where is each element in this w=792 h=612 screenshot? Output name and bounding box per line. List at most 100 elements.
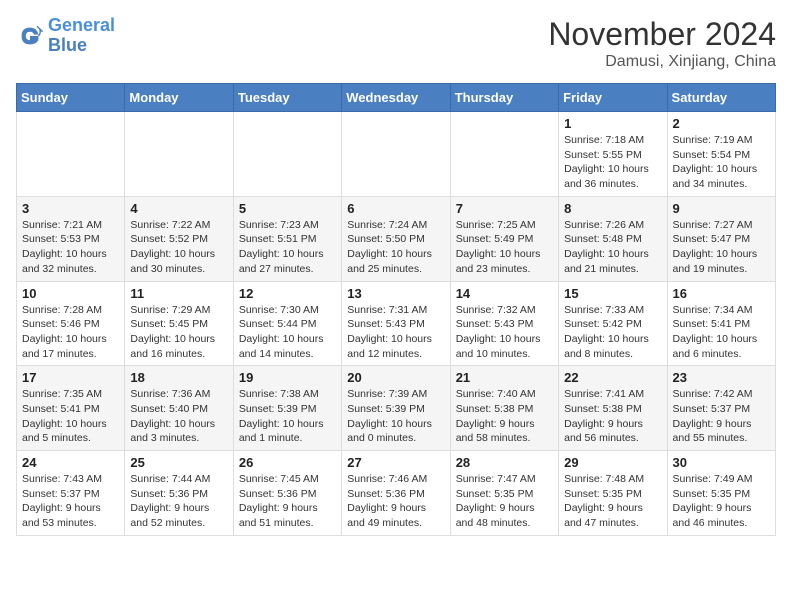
day-info: Sunrise: 7:18 AM Sunset: 5:55 PM Dayligh… bbox=[564, 133, 661, 192]
day-number: 3 bbox=[22, 201, 119, 216]
day-number: 4 bbox=[130, 201, 227, 216]
calendar-cell: 28Sunrise: 7:47 AM Sunset: 5:35 PM Dayli… bbox=[450, 451, 558, 536]
location: Damusi, Xinjiang, China bbox=[548, 53, 776, 71]
day-info: Sunrise: 7:48 AM Sunset: 5:35 PM Dayligh… bbox=[564, 472, 661, 531]
day-number: 7 bbox=[456, 201, 553, 216]
day-number: 18 bbox=[130, 370, 227, 385]
calendar-cell: 22Sunrise: 7:41 AM Sunset: 5:38 PM Dayli… bbox=[559, 366, 667, 451]
day-info: Sunrise: 7:33 AM Sunset: 5:42 PM Dayligh… bbox=[564, 303, 661, 362]
day-info: Sunrise: 7:30 AM Sunset: 5:44 PM Dayligh… bbox=[239, 303, 336, 362]
calendar-cell: 25 Sunrise: 7:44 AM Sunset: 5:36 PM Dayli… bbox=[125, 451, 233, 536]
calendar-cell bbox=[233, 112, 341, 197]
calendar-cell: 5 Sunrise: 7:23 AM Sunset: 5:51 PM Daylig… bbox=[233, 196, 341, 281]
day-number: 22 bbox=[564, 370, 661, 385]
logo-text: General Blue bbox=[48, 16, 115, 56]
weekday-header: Friday bbox=[559, 84, 667, 112]
day-info: Sunrise: 7:21 AM Sunset: 5:53 PM Dayligh… bbox=[22, 218, 119, 277]
day-number: 16 bbox=[673, 286, 770, 301]
day-number: 19 bbox=[239, 370, 336, 385]
calendar-cell bbox=[17, 112, 125, 197]
calendar-cell: 20Sunrise: 7:39 AM Sunset: 5:39 PM Dayli… bbox=[342, 366, 450, 451]
day-number: 17 bbox=[22, 370, 119, 385]
day-info: Sunrise: 7:19 AM Sunset: 5:54 PM Dayligh… bbox=[673, 133, 770, 192]
calendar-body: 1 Sunrise: 7:18 AM Sunset: 5:55 PM Daylig… bbox=[17, 112, 776, 536]
calendar-week-row: 17 Sunrise: 7:35 AM Sunset: 5:41 PM Dayli… bbox=[17, 366, 776, 451]
title-block: November 2024 Damusi, Xinjiang, China bbox=[548, 16, 776, 71]
day-number: 6 bbox=[347, 201, 444, 216]
weekday-header: Thursday bbox=[450, 84, 558, 112]
day-info: Sunrise: 7:22 AM Sunset: 5:52 PM Dayligh… bbox=[130, 218, 227, 277]
day-number: 30 bbox=[673, 455, 770, 470]
calendar-cell: 3 Sunrise: 7:21 AM Sunset: 5:53 PM Daylig… bbox=[17, 196, 125, 281]
day-number: 2 bbox=[673, 116, 770, 131]
day-number: 25 bbox=[130, 455, 227, 470]
day-info: Sunrise: 7:29 AM Sunset: 5:45 PM Dayligh… bbox=[130, 303, 227, 362]
day-info: Sunrise: 7:34 AM Sunset: 5:41 PM Dayligh… bbox=[673, 303, 770, 362]
calendar-cell: 13Sunrise: 7:31 AM Sunset: 5:43 PM Dayli… bbox=[342, 281, 450, 366]
day-number: 10 bbox=[22, 286, 119, 301]
calendar-cell: 12 Sunrise: 7:30 AM Sunset: 5:44 PM Dayli… bbox=[233, 281, 341, 366]
day-info: Sunrise: 7:46 AM Sunset: 5:36 PM Dayligh… bbox=[347, 472, 444, 531]
calendar-cell: 1 Sunrise: 7:18 AM Sunset: 5:55 PM Daylig… bbox=[559, 112, 667, 197]
calendar-cell: 9 Sunrise: 7:27 AM Sunset: 5:47 PM Daylig… bbox=[667, 196, 775, 281]
page-header: General Blue November 2024 Damusi, Xinji… bbox=[16, 16, 776, 71]
calendar-cell bbox=[450, 112, 558, 197]
day-info: Sunrise: 7:32 AM Sunset: 5:43 PM Dayligh… bbox=[456, 303, 553, 362]
calendar-cell: 8 Sunrise: 7:26 AM Sunset: 5:48 PM Daylig… bbox=[559, 196, 667, 281]
calendar-cell: 6 Sunrise: 7:24 AM Sunset: 5:50 PM Daylig… bbox=[342, 196, 450, 281]
day-number: 9 bbox=[673, 201, 770, 216]
weekday-header: Wednesday bbox=[342, 84, 450, 112]
calendar-week-row: 24 Sunrise: 7:43 AM Sunset: 5:37 PM Dayli… bbox=[17, 451, 776, 536]
calendar-cell: 11Sunrise: 7:29 AM Sunset: 5:45 PM Dayli… bbox=[125, 281, 233, 366]
logo-line1: General bbox=[48, 15, 115, 35]
calendar-cell: 23Sunrise: 7:42 AM Sunset: 5:37 PM Dayli… bbox=[667, 366, 775, 451]
calendar-cell: 24 Sunrise: 7:43 AM Sunset: 5:37 PM Dayli… bbox=[17, 451, 125, 536]
day-info: Sunrise: 7:28 AM Sunset: 5:46 PM Dayligh… bbox=[22, 303, 119, 362]
logo-icon bbox=[16, 22, 44, 50]
day-number: 14 bbox=[456, 286, 553, 301]
weekday-header: Tuesday bbox=[233, 84, 341, 112]
calendar-cell: 18Sunrise: 7:36 AM Sunset: 5:40 PM Dayli… bbox=[125, 366, 233, 451]
day-info: Sunrise: 7:26 AM Sunset: 5:48 PM Dayligh… bbox=[564, 218, 661, 277]
day-number: 1 bbox=[564, 116, 661, 131]
calendar-cell: 30 Sunrise: 7:49 AM Sunset: 5:35 PM Dayli… bbox=[667, 451, 775, 536]
day-info: Sunrise: 7:49 AM Sunset: 5:35 PM Dayligh… bbox=[673, 472, 770, 531]
calendar-cell: 14 Sunrise: 7:32 AM Sunset: 5:43 PM Dayli… bbox=[450, 281, 558, 366]
day-number: 28 bbox=[456, 455, 553, 470]
day-number: 15 bbox=[564, 286, 661, 301]
day-number: 27 bbox=[347, 455, 444, 470]
day-info: Sunrise: 7:31 AM Sunset: 5:43 PM Dayligh… bbox=[347, 303, 444, 362]
day-number: 21 bbox=[456, 370, 553, 385]
day-number: 8 bbox=[564, 201, 661, 216]
calendar-cell: 16 Sunrise: 7:34 AM Sunset: 5:41 PM Dayli… bbox=[667, 281, 775, 366]
calendar-cell: 15 Sunrise: 7:33 AM Sunset: 5:42 PM Dayli… bbox=[559, 281, 667, 366]
weekday-header: Sunday bbox=[17, 84, 125, 112]
calendar-cell bbox=[342, 112, 450, 197]
day-info: Sunrise: 7:40 AM Sunset: 5:38 PM Dayligh… bbox=[456, 387, 553, 446]
calendar-cell bbox=[125, 112, 233, 197]
calendar-cell: 19 Sunrise: 7:38 AM Sunset: 5:39 PM Dayli… bbox=[233, 366, 341, 451]
day-info: Sunrise: 7:39 AM Sunset: 5:39 PM Dayligh… bbox=[347, 387, 444, 446]
day-info: Sunrise: 7:45 AM Sunset: 5:36 PM Dayligh… bbox=[239, 472, 336, 531]
day-info: Sunrise: 7:38 AM Sunset: 5:39 PM Dayligh… bbox=[239, 387, 336, 446]
weekday-header: Monday bbox=[125, 84, 233, 112]
weekday-header: Saturday bbox=[667, 84, 775, 112]
day-info: Sunrise: 7:23 AM Sunset: 5:51 PM Dayligh… bbox=[239, 218, 336, 277]
day-info: Sunrise: 7:35 AM Sunset: 5:41 PM Dayligh… bbox=[22, 387, 119, 446]
day-info: Sunrise: 7:24 AM Sunset: 5:50 PM Dayligh… bbox=[347, 218, 444, 277]
calendar-cell: 29Sunrise: 7:48 AM Sunset: 5:35 PM Dayli… bbox=[559, 451, 667, 536]
day-info: Sunrise: 7:43 AM Sunset: 5:37 PM Dayligh… bbox=[22, 472, 119, 531]
day-number: 24 bbox=[22, 455, 119, 470]
logo: General Blue bbox=[16, 16, 115, 56]
day-number: 12 bbox=[239, 286, 336, 301]
day-number: 5 bbox=[239, 201, 336, 216]
day-info: Sunrise: 7:44 AM Sunset: 5:36 PM Dayligh… bbox=[130, 472, 227, 531]
calendar-table: SundayMondayTuesdayWednesdayThursdayFrid… bbox=[16, 83, 776, 536]
calendar-cell: 27 Sunrise: 7:46 AM Sunset: 5:36 PM Dayli… bbox=[342, 451, 450, 536]
calendar-week-row: 1 Sunrise: 7:18 AM Sunset: 5:55 PM Daylig… bbox=[17, 112, 776, 197]
calendar-cell: 17 Sunrise: 7:35 AM Sunset: 5:41 PM Dayli… bbox=[17, 366, 125, 451]
calendar-cell: 7Sunrise: 7:25 AM Sunset: 5:49 PM Daylig… bbox=[450, 196, 558, 281]
calendar-cell: 2 Sunrise: 7:19 AM Sunset: 5:54 PM Daylig… bbox=[667, 112, 775, 197]
day-info: Sunrise: 7:27 AM Sunset: 5:47 PM Dayligh… bbox=[673, 218, 770, 277]
day-number: 23 bbox=[673, 370, 770, 385]
